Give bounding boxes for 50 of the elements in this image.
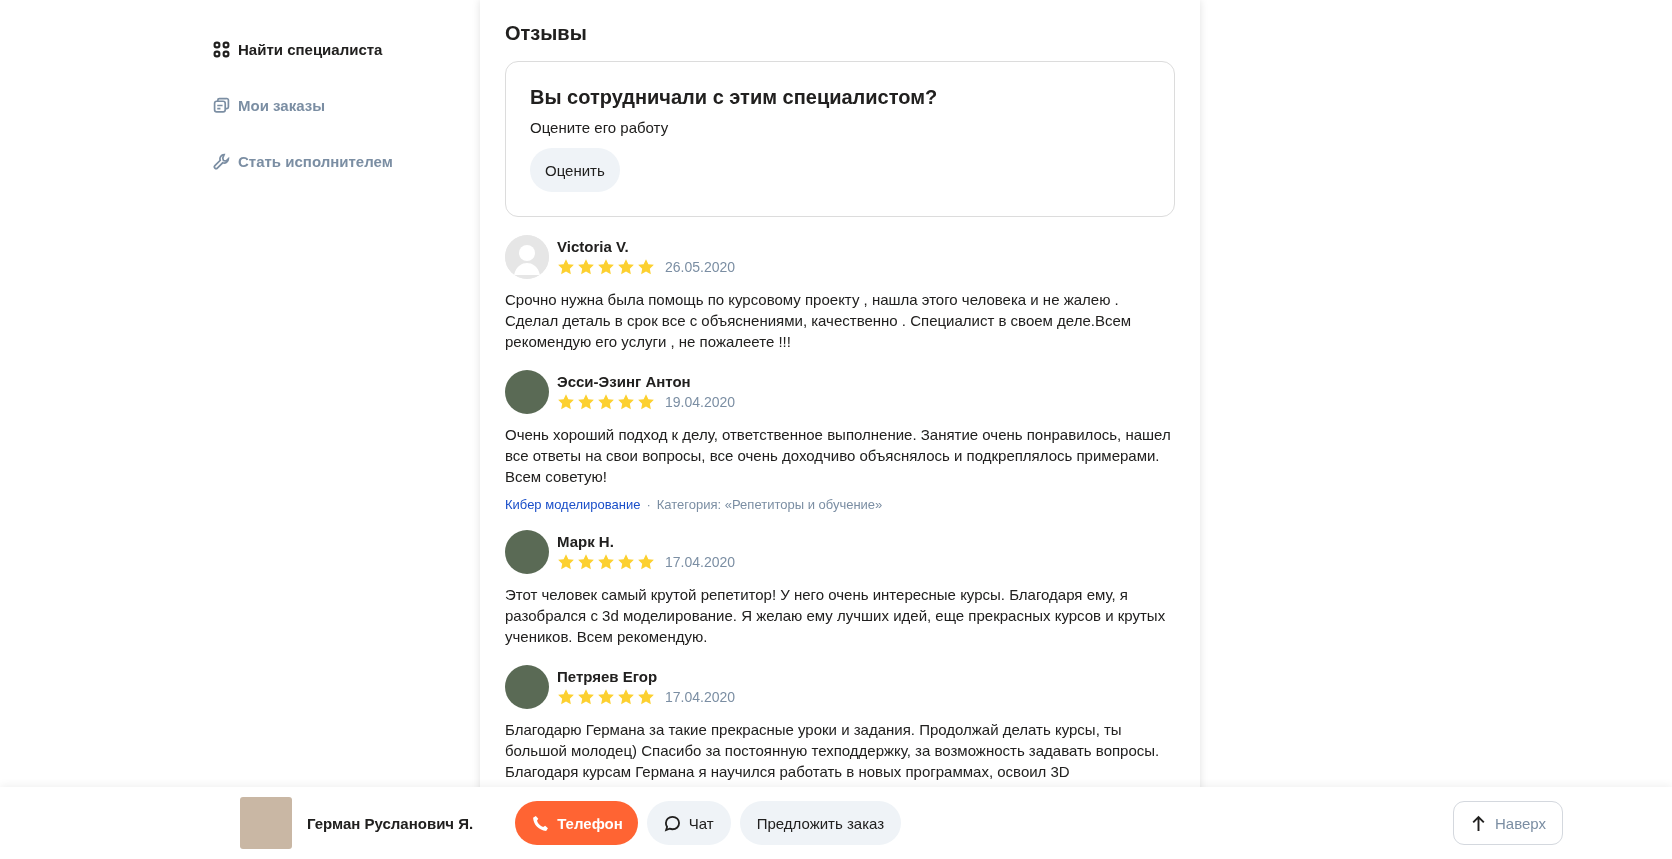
star-icon [617,688,635,706]
prompt-subtitle: Оцените его работу [530,119,670,136]
star-icon [577,688,595,706]
star-icon [597,258,615,276]
star-icon [637,258,655,276]
review-text: Благодарю Германа за такие прекрасные уроки и задания. Продолжай делать курсы, ты большой молодец) Спасибо за постоянную техподдержку, за возможность задавать вопросы. Благодаря курсам Германа я научился работать в новых программах, освоил 3D [505,720,1161,782]
star-icon [557,393,575,411]
star-icon [557,688,575,706]
documents-icon [213,96,230,114]
separator-dot: · [646,497,651,512]
arrow-up-icon [1470,814,1487,832]
specialist-name: Герман Русланович Я. [307,814,474,832]
review-date: 26.05.2020 [665,259,736,275]
review-text: Очень хороший подход к делу, ответственное выполнение. Занятие очень понравилось, нашел все ответы на свои вопросы, все очень доходчиво объяснялось и подкреплялось примерами. Всем советую! [505,425,1172,487]
review-text: Срочно нужна была помощь по курсовому проекту , нашла этого человека и не жалею . Сделал деталь в срок все с объяснениями, качественно . Специалист в своем деле.Всем рекомендую его услуги , не пожалеете !!! [505,290,1133,352]
phone-icon [532,814,550,832]
service-link[interactable]: Кибер моделирование [505,497,641,512]
reviewer-name: Марк Н. [557,533,615,550]
reviewer-name: Эсси-Эзинг Антон [557,373,692,390]
star-icon [637,393,655,411]
reviewer-name: Victoria V. [557,238,630,255]
category-label: Категория: «Репетиторы и обучение» [656,497,883,512]
specialist-photo [240,797,292,849]
prompt-title: Вы сотрудничали с этим специалистом? [530,86,939,109]
chat-button[interactable]: Чат [646,801,731,845]
star-icon [557,258,575,276]
chat-bubble-icon [663,814,681,832]
sidebar-item[interactable]: Найти специалиста [213,36,428,62]
review-text: Этот человек самый крутой репетитор! У него очень интересные курсы. Благодаря ему, я разобрался с 3d моделирование. Я желаю ему лучших идей, еще прекрасных курсов и крутых учеников. Всем рекомендую. [505,585,1167,647]
star-icon [617,258,635,276]
section-title: Отзывы [505,22,588,45]
star-icon [617,393,635,411]
grid-icon [213,40,230,58]
rate-button[interactable]: Оценить [530,148,620,192]
star-icon [577,258,595,276]
review-date: 17.04.2020 [665,554,736,570]
star-icon [577,553,595,571]
star-icon [597,553,615,571]
wrench-icon [213,152,230,170]
review-date: 17.04.2020 [665,689,736,705]
star-icon [557,553,575,571]
star-icon [597,688,615,706]
reviewer-name: Петряев Егор [557,668,659,685]
star-icon [597,393,615,411]
star-icon [637,553,655,571]
star-icon [577,393,595,411]
review-date: 19.04.2020 [665,394,736,410]
star-icon [637,688,655,706]
star-icon [617,553,635,571]
offer-order-button[interactable]: Предложить заказ [739,801,902,845]
